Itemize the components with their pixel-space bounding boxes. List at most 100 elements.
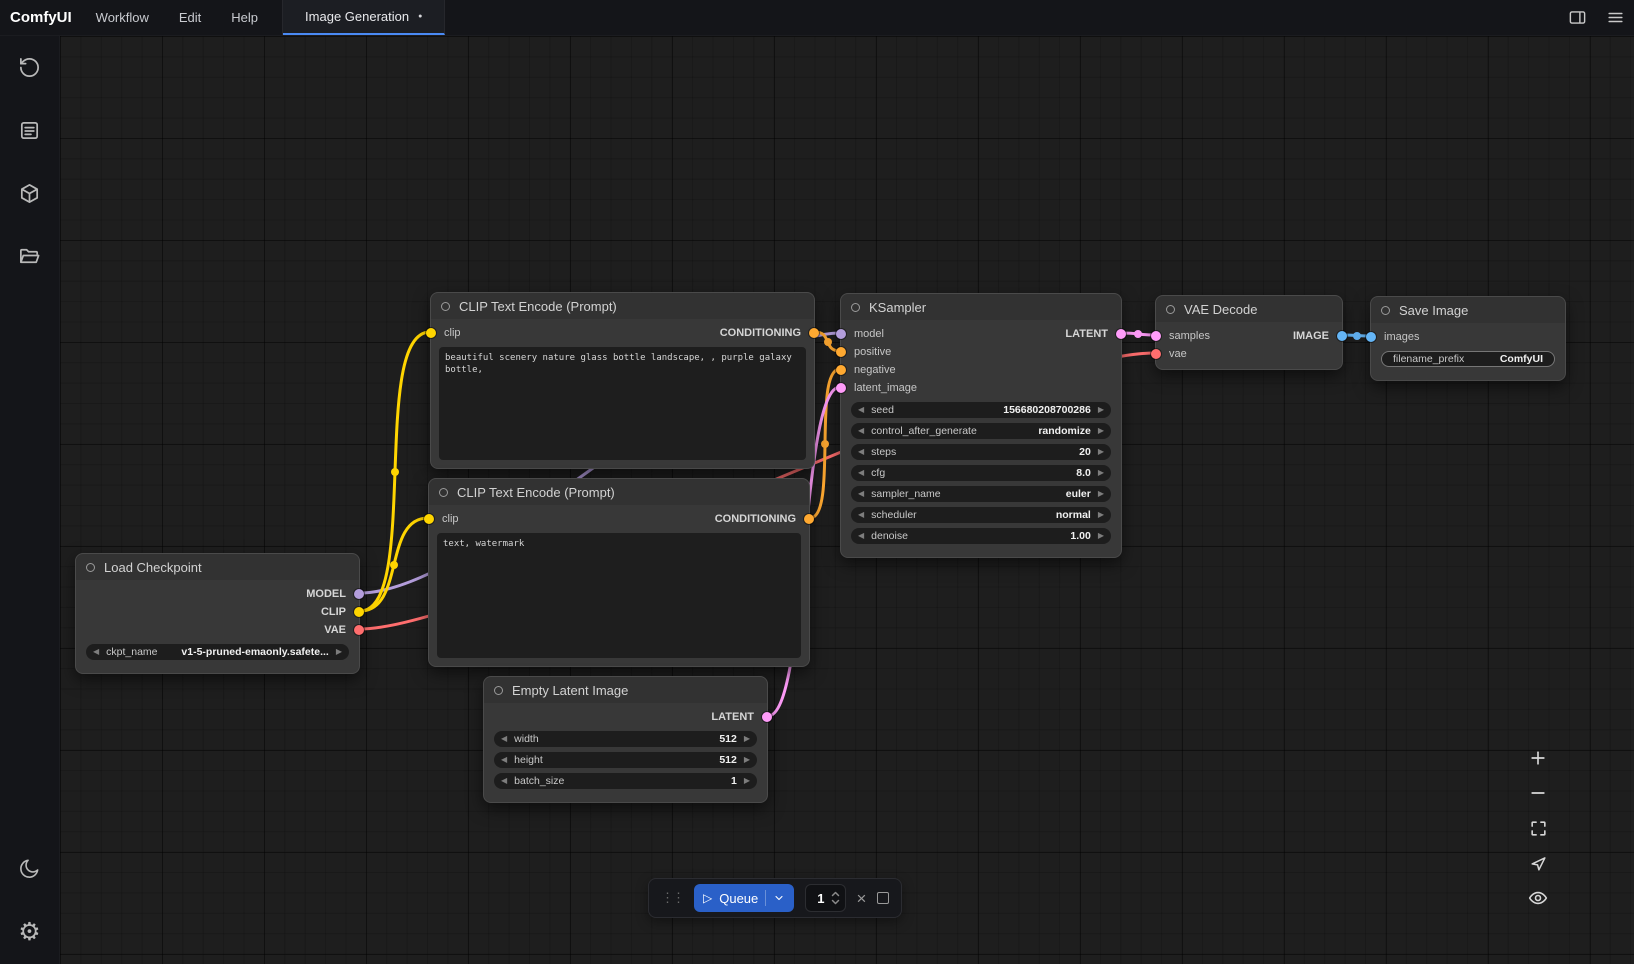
menu-edit[interactable]: Edit [179,10,201,25]
arrow-left-icon[interactable]: ◀ [93,648,99,656]
node-graph-canvas[interactable]: CLIP Text Encode (Prompt) clip CONDITION… [60,36,1634,964]
arrow-left-icon[interactable]: ◀ [858,448,864,456]
node-vae-decode[interactable]: VAE Decode samples IMAGE vae [1155,295,1343,370]
arrow-left-icon[interactable]: ◀ [858,532,864,540]
node-save-image[interactable]: Save Image images filename_prefix ComfyU… [1370,296,1566,381]
prompt-textarea[interactable]: beautiful scenery nature glass bottle la… [439,347,806,460]
output-slot-conditioning[interactable] [804,514,814,524]
arrow-right-icon[interactable]: ▶ [1098,532,1104,540]
arrow-right-icon[interactable]: ▶ [744,777,750,785]
input-slot-clip[interactable] [424,514,434,524]
input-slot-images[interactable] [1366,332,1376,342]
arrow-left-icon[interactable]: ◀ [501,735,507,743]
output-slot-clip[interactable] [354,607,364,617]
batch-count-input[interactable]: 1 [805,884,845,912]
stop-icon[interactable] [877,892,889,904]
widget-height[interactable]: ◀ height 512 ▶ [494,752,757,768]
zoom-in-button[interactable] [1526,746,1550,770]
arrow-right-icon[interactable]: ▶ [1098,490,1104,498]
widget-batch-size[interactable]: ◀ batch_size 1 ▶ [494,773,757,789]
widget-cfg[interactable]: ◀ cfg 8.0 ▶ [851,465,1111,481]
app-logo[interactable]: ComfyUI [0,9,86,26]
workflows-button[interactable] [17,243,43,269]
widget-filename-prefix[interactable]: filename_prefix ComfyUI [1381,351,1555,367]
input-slot-vae[interactable] [1151,349,1161,359]
decrement-icon[interactable] [831,899,840,905]
node-header[interactable]: CLIP Text Encode (Prompt) [429,479,809,505]
arrow-left-icon[interactable]: ◀ [858,511,864,519]
widget-seed[interactable]: ◀ seed 156680208700286 ▶ [851,402,1111,418]
link-clip-negative[interactable] [360,518,428,611]
collapse-dot[interactable] [86,563,95,572]
settings-button[interactable]: ⚙ [17,918,43,944]
collapse-dot[interactable] [851,303,860,312]
select-mode-button[interactable] [1526,851,1550,875]
queue-button[interactable]: ▷ Queue [694,884,794,912]
arrow-right-icon[interactable]: ▶ [1098,406,1104,414]
arrow-left-icon[interactable]: ◀ [501,756,507,764]
node-header[interactable]: Empty Latent Image [484,677,767,703]
node-header[interactable]: CLIP Text Encode (Prompt) [431,293,814,319]
output-slot-image[interactable] [1337,331,1347,341]
node-header[interactable]: Save Image [1371,297,1565,323]
fit-view-button[interactable] [1526,816,1550,840]
arrow-right-icon[interactable]: ▶ [1098,511,1104,519]
widget-width[interactable]: ◀ width 512 ▶ [494,731,757,747]
arrow-left-icon[interactable]: ◀ [858,427,864,435]
input-slot-clip[interactable] [426,328,436,338]
arrow-left-icon[interactable]: ◀ [858,469,864,477]
arrow-right-icon[interactable]: ▶ [744,735,750,743]
output-slot-latent[interactable] [1116,329,1126,339]
model-library-button[interactable] [17,180,43,206]
collapse-dot[interactable] [1166,305,1175,314]
theme-toggle-button[interactable] [17,855,43,881]
arrow-right-icon[interactable]: ▶ [1098,448,1104,456]
node-header[interactable]: KSampler [841,294,1121,320]
node-clip-text-encode-positive[interactable]: CLIP Text Encode (Prompt) clip CONDITION… [430,292,815,469]
increment-icon[interactable] [831,891,840,897]
arrow-right-icon[interactable]: ▶ [744,756,750,764]
node-header[interactable]: Load Checkpoint [76,554,359,580]
widget-ckpt-name[interactable]: ◀ ckpt_name v1-5-pruned-emaonly.safete..… [86,644,349,660]
arrow-left-icon[interactable]: ◀ [501,777,507,785]
collapse-dot[interactable] [494,686,503,695]
node-load-checkpoint[interactable]: Load Checkpoint MODEL CLIP VAE ◀ ckpt_n [75,553,360,674]
output-slot-vae[interactable] [354,625,364,635]
input-slot-samples[interactable] [1151,331,1161,341]
collapse-dot[interactable] [1381,306,1390,315]
arrow-right-icon[interactable]: ▶ [1098,469,1104,477]
menu-help[interactable]: Help [231,10,258,25]
prompt-textarea[interactable]: text, watermark [437,533,801,658]
widget-control-after-generate[interactable]: ◀ control_after_generate randomize ▶ [851,423,1111,439]
node-header[interactable]: VAE Decode [1156,296,1342,322]
collapse-dot[interactable] [441,302,450,311]
history-button[interactable] [17,54,43,80]
widget-scheduler[interactable]: ◀ scheduler normal ▶ [851,507,1111,523]
output-slot-model[interactable] [354,589,364,599]
tab-image-generation[interactable]: Image Generation ● [283,0,445,35]
widget-sampler-name[interactable]: ◀ sampler_name euler ▶ [851,486,1111,502]
input-slot-latent-image[interactable] [836,383,846,393]
node-empty-latent-image[interactable]: Empty Latent Image LATENT ◀ width 512 ▶ … [483,676,768,803]
zoom-out-button[interactable] [1526,781,1550,805]
hamburger-menu-button[interactable] [1596,0,1634,35]
widget-denoise[interactable]: ◀ denoise 1.00 ▶ [851,528,1111,544]
arrow-right-icon[interactable]: ▶ [336,648,342,656]
collapse-dot[interactable] [439,488,448,497]
arrow-left-icon[interactable]: ◀ [858,490,864,498]
clear-queue-icon[interactable]: × [857,890,867,907]
input-slot-negative[interactable] [836,365,846,375]
node-ksampler[interactable]: KSampler model LATENT positive negative [840,293,1122,558]
chevron-down-icon[interactable] [773,892,785,904]
toggle-panel-button[interactable] [1558,0,1596,35]
toggle-visibility-button[interactable] [1526,886,1550,910]
queue-list-button[interactable] [17,117,43,143]
link-clip-positive[interactable] [360,332,430,611]
node-clip-text-encode-negative[interactable]: CLIP Text Encode (Prompt) clip CONDITION… [428,478,810,667]
output-slot-conditioning[interactable] [809,328,819,338]
arrow-right-icon[interactable]: ▶ [1098,427,1104,435]
output-slot-latent[interactable] [762,712,772,722]
arrow-left-icon[interactable]: ◀ [858,406,864,414]
widget-steps[interactable]: ◀ steps 20 ▶ [851,444,1111,460]
input-slot-model[interactable] [836,329,846,339]
